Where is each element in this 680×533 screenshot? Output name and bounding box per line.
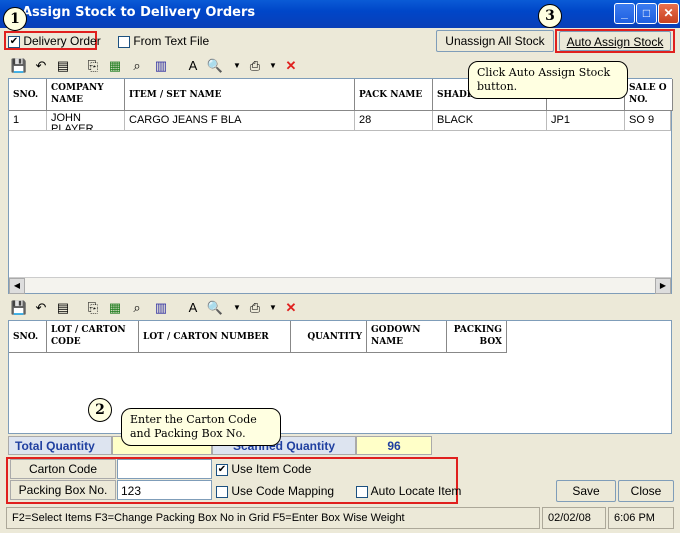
- top-grid-header: SNO.: [9, 79, 47, 111]
- from-text-file-option[interactable]: From Text File: [118, 34, 209, 48]
- save-icon[interactable]: 💾: [10, 57, 28, 75]
- bottom-grid-header: GODOWN NAME: [367, 321, 447, 353]
- excel-icon[interactable]: ▦: [106, 57, 124, 75]
- print-dropdown-icon[interactable]: ▼: [264, 57, 282, 75]
- bottom-grid-header: PACKING BOX: [447, 321, 507, 353]
- close-button[interactable]: Close: [618, 480, 674, 502]
- auto-assign-button[interactable]: Auto Assign Stock: [559, 31, 671, 51]
- preview-icon[interactable]: 🔍: [206, 57, 224, 75]
- excel-icon[interactable]: ▦: [106, 299, 124, 317]
- unassign-all-button[interactable]: Unassign All Stock: [436, 30, 554, 52]
- bottom-grid-header: LOT / CARTON CODE: [47, 321, 139, 353]
- delete-icon[interactable]: ✕: [282, 299, 300, 317]
- copy-icon[interactable]: ⎘: [84, 299, 102, 317]
- print-dropdown-icon[interactable]: ▼: [264, 299, 282, 317]
- window-icon[interactable]: ▤: [54, 299, 72, 317]
- preview-icon[interactable]: 🔍: [206, 299, 224, 317]
- use-item-code-option[interactable]: ✔ Use Item Code: [216, 462, 311, 476]
- top-grid-header: SALE O NO.: [625, 79, 673, 111]
- chart-icon[interactable]: ▥: [152, 299, 170, 317]
- callout-badge-3: 3: [538, 4, 562, 28]
- auto-locate-checkbox[interactable]: [356, 485, 368, 498]
- bottom-grid-header: SNO.: [9, 321, 47, 353]
- bottom-grid-header: LOT / CARTON NUMBER: [139, 321, 291, 353]
- table-cell: 28: [355, 111, 433, 131]
- print-icon[interactable]: ⎙: [246, 299, 264, 317]
- delete-icon[interactable]: ✕: [282, 57, 300, 75]
- find-icon[interactable]: ⌕: [128, 299, 146, 317]
- from-text-file-label: From Text File: [133, 34, 210, 48]
- top-grid-header: PACK NAME: [355, 79, 433, 111]
- scroll-left-icon[interactable]: ◀: [9, 278, 25, 294]
- auto-assign-callout: Click Auto Assign Stock button.: [468, 61, 628, 99]
- table-cell: CARGO JEANS F BLA: [125, 111, 355, 131]
- table-cell: 1: [9, 111, 47, 131]
- save-icon[interactable]: 💾: [10, 299, 28, 317]
- auto-locate-option[interactable]: Auto Locate Item: [356, 484, 461, 498]
- bottom-toolbar: 💾 ↶ ▤ ⎘ ▦ ⌕ ▥ A 🔍 ▼ ⎙ ▼ ✕: [8, 296, 672, 320]
- save-button[interactable]: Save: [556, 480, 616, 502]
- font-icon[interactable]: A: [184, 57, 202, 75]
- use-code-mapping-label: Use Code Mapping: [231, 484, 335, 498]
- scroll-right-icon[interactable]: ▶: [655, 278, 671, 294]
- table-cell: JP1: [547, 111, 625, 131]
- status-hints: F2=Select Items F3=Change Packing Box No…: [6, 507, 540, 529]
- carton-code-callout: Enter the Carton Code and Packing Box No…: [121, 408, 281, 446]
- print-icon[interactable]: ⎙: [246, 57, 264, 75]
- top-grid-header: ITEM / SET NAME: [125, 79, 355, 111]
- use-item-code-checkbox[interactable]: ✔: [216, 463, 228, 476]
- top-grid-scrollbar[interactable]: ◀ ▶: [9, 277, 671, 294]
- undo-icon[interactable]: ↶: [32, 299, 50, 317]
- use-code-mapping-checkbox[interactable]: [216, 485, 228, 498]
- packing-box-input[interactable]: 123: [117, 480, 212, 500]
- top-grid[interactable]: SNO. COMPANY NAME ITEM / SET NAME PACK N…: [8, 78, 673, 294]
- from-text-file-checkbox[interactable]: [118, 35, 130, 48]
- title-bar: Assign Stock to Delivery Orders _ □ ✕: [0, 0, 680, 28]
- status-date: 02/02/08: [542, 507, 606, 529]
- top-grid-header: COMPANY NAME: [47, 79, 125, 111]
- preview-dropdown-icon[interactable]: ▼: [228, 299, 246, 317]
- table-cell: BLACK: [433, 111, 547, 131]
- delivery-order-checkbox[interactable]: ✔: [8, 35, 20, 48]
- auto-locate-label: Auto Locate Item: [370, 484, 462, 498]
- table-cell: JOHN PLAYER: [47, 111, 125, 131]
- chart-icon[interactable]: ▥: [152, 57, 170, 75]
- preview-dropdown-icon[interactable]: ▼: [228, 57, 246, 75]
- find-icon[interactable]: ⌕: [128, 57, 146, 75]
- total-quantity-label: Total Quantity: [8, 436, 112, 455]
- close-icon[interactable]: ✕: [658, 3, 679, 24]
- scanned-quantity-value: 96: [356, 436, 432, 455]
- window-icon[interactable]: ▤: [54, 57, 72, 75]
- minimize-icon[interactable]: _: [614, 3, 635, 24]
- carton-code-label: Carton Code: [10, 459, 116, 479]
- delivery-order-option[interactable]: ✔ Delivery Order: [8, 34, 101, 48]
- packing-box-label: Packing Box No.: [10, 480, 116, 500]
- callout-badge-2: 2: [88, 398, 112, 422]
- window-title: Assign Stock to Delivery Orders: [22, 5, 256, 20]
- status-time: 6:06 PM: [608, 507, 674, 529]
- bottom-grid-header: QUANTITY: [291, 321, 367, 353]
- callout-badge-1: 1: [3, 7, 27, 31]
- table-cell: SO 9: [625, 111, 671, 131]
- delivery-order-label: Delivery Order: [23, 34, 101, 48]
- use-item-code-label: Use Item Code: [231, 462, 312, 476]
- carton-code-input[interactable]: [117, 459, 212, 479]
- undo-icon[interactable]: ↶: [32, 57, 50, 75]
- copy-icon[interactable]: ⎘: [84, 57, 102, 75]
- font-icon[interactable]: A: [184, 299, 202, 317]
- use-code-mapping-option[interactable]: Use Code Mapping: [216, 484, 334, 498]
- maximize-icon[interactable]: □: [636, 3, 657, 24]
